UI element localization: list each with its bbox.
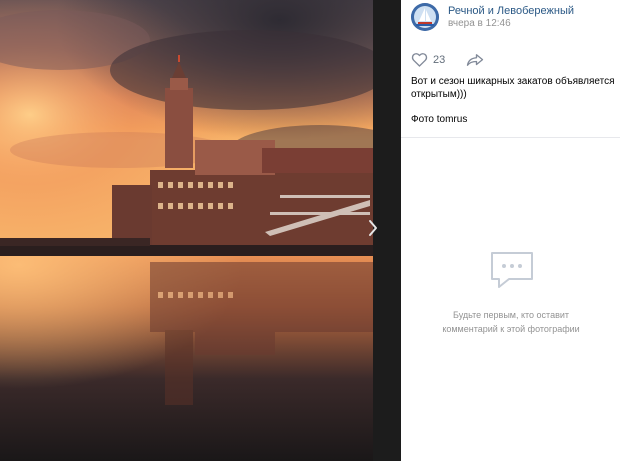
post-time[interactable]: вчера в 12:46 [448, 18, 511, 29]
comments-empty-state: Будьте первым, кто оставит комментарий к… [421, 308, 601, 336]
next-photo-button[interactable] [364, 214, 382, 242]
post-actions: 23 [411, 52, 611, 70]
chevron-right-icon [369, 220, 377, 236]
heart-icon [411, 53, 428, 67]
empty-line-1: Будьте первым, кто оставит [452, 310, 570, 320]
like-button[interactable]: 23 [411, 52, 445, 67]
comments-empty-state-icon [489, 250, 535, 295]
empty-line-2: комментарий к этой фотографии [442, 324, 580, 334]
comment-bubble-icon [491, 252, 533, 288]
photo-viewer [0, 0, 401, 461]
divider [401, 137, 620, 138]
info-panel: Речной и Левобережный вчера в 12:46 23 В… [401, 0, 620, 461]
photo[interactable] [0, 0, 373, 461]
author-name[interactable]: Речной и Левобережный [448, 5, 574, 17]
avatar[interactable] [411, 3, 439, 31]
post-header: Речной и Левобережный вчера в 12:46 [401, 0, 620, 36]
share-button[interactable] [466, 53, 484, 72]
share-icon [466, 54, 484, 66]
photo-image [0, 0, 373, 461]
photo-credit: Фото tomrus [411, 114, 468, 125]
sailboat-logo-icon [411, 3, 439, 31]
post-caption: Вот и сезон шикарных закатов объявляется… [411, 76, 615, 100]
like-count: 23 [433, 53, 446, 66]
